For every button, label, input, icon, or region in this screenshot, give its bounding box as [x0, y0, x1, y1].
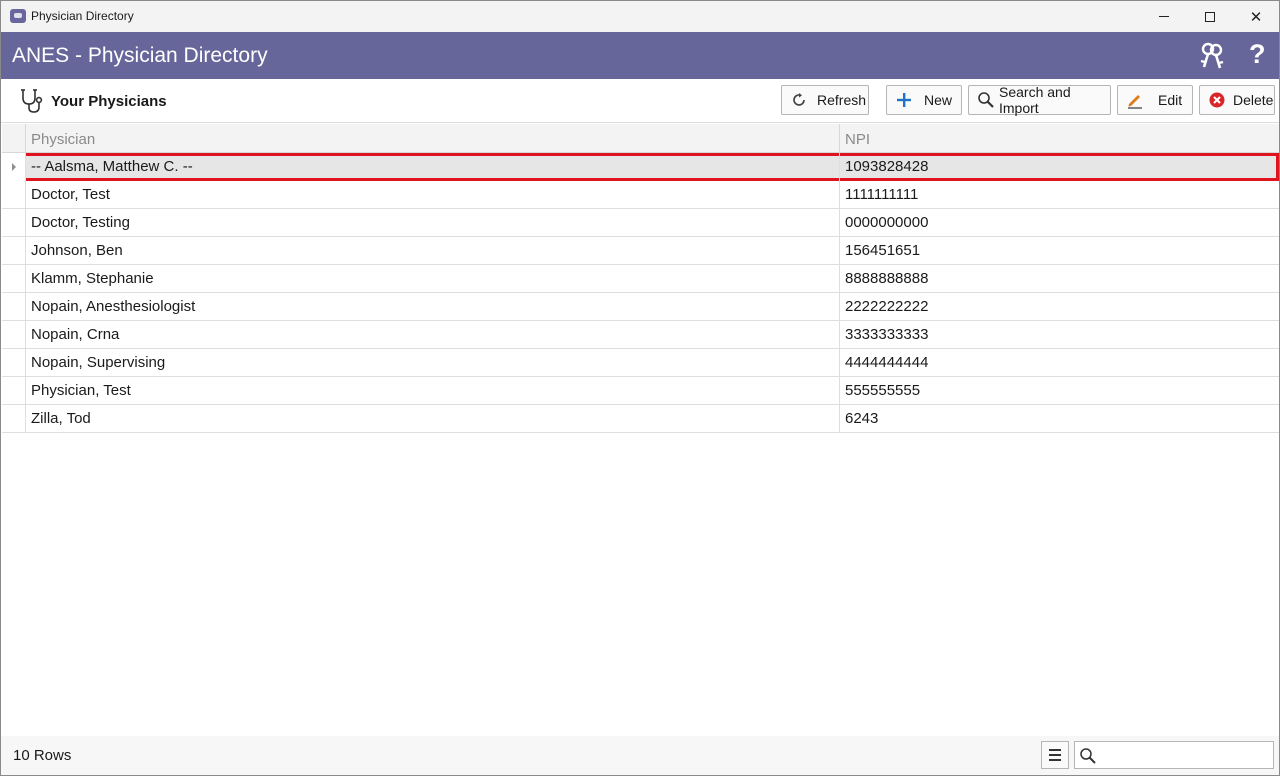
maximize-button[interactable] — [1187, 1, 1233, 32]
npi-cell[interactable]: 0000000000 — [840, 209, 1279, 237]
physician-cell[interactable]: Nopain, Supervising — [26, 349, 840, 377]
edit-label: Edit — [1158, 92, 1183, 108]
row-indicator — [2, 181, 26, 209]
row-indicator — [2, 349, 26, 377]
section-title: Your Physicians — [51, 93, 167, 110]
search-and-import-label: Search and Import — [999, 84, 1071, 116]
grid-header: Physician NPI — [2, 124, 1279, 153]
search-input[interactable] — [1101, 744, 1269, 766]
toolbar: Your Physicians Refresh New Search and I… — [1, 79, 1279, 123]
physician-cell[interactable]: Klamm, Stephanie — [26, 265, 840, 293]
npi-cell[interactable]: 6243 — [840, 405, 1279, 433]
table-row[interactable]: Johnson, Ben 156451651 — [2, 237, 1279, 265]
app-window: Physician Directory ✕ ANES - Physician D… — [0, 0, 1280, 776]
table-row[interactable]: Physician, Test 555555555 — [2, 377, 1279, 405]
row-indicator — [2, 377, 26, 405]
close-button[interactable]: ✕ — [1233, 1, 1279, 32]
row-indicator — [2, 293, 26, 321]
table-row[interactable]: Nopain, Anesthesiologist 2222222222 — [2, 293, 1279, 321]
physician-cell[interactable]: Zilla, Tod — [26, 405, 840, 433]
row-indicator — [2, 209, 26, 237]
close-icon: ✕ — [1249, 8, 1263, 26]
npi-cell[interactable]: 1111111111 — [840, 181, 1279, 209]
search-icon — [1080, 748, 1096, 764]
page-title: ANES - Physician Directory — [12, 44, 268, 67]
help-icon[interactable]: ? — [1249, 39, 1266, 70]
refresh-label: Refresh — [817, 92, 867, 108]
table-row[interactable]: -- Aalsma, Matthew C. -- 1093828428 — [2, 153, 1279, 181]
row-count: 10 Rows — [13, 747, 72, 764]
physician-cell[interactable]: Doctor, Test — [26, 181, 840, 209]
table-row[interactable]: Nopain, Crna 3333333333 — [2, 321, 1279, 349]
row-indicator — [2, 321, 26, 349]
current-row-caret-icon — [11, 163, 16, 171]
physician-cell[interactable]: -- Aalsma, Matthew C. -- — [26, 153, 840, 181]
delete-label: Delete — [1233, 92, 1274, 108]
table-row[interactable]: Klamm, Stephanie 8888888888 — [2, 265, 1279, 293]
column-header-physician[interactable]: Physician — [26, 124, 840, 153]
refresh-icon — [790, 91, 808, 109]
header-banner: ANES - Physician Directory ? — [1, 32, 1279, 79]
magnifier-icon — [977, 91, 995, 109]
status-bar: 10 Rows — [1, 736, 1279, 775]
table-row[interactable]: Doctor, Testing 0000000000 — [2, 209, 1279, 237]
hamburger-menu-icon[interactable] — [1041, 741, 1069, 769]
plus-icon — [895, 91, 913, 109]
new-label: New — [924, 92, 953, 108]
pencil-icon — [1126, 91, 1144, 109]
npi-cell[interactable]: 3333333333 — [840, 321, 1279, 349]
app-logo-icon — [10, 9, 26, 23]
physician-grid: Physician NPI -- Aalsma, Matthew C. -- 1… — [2, 124, 1279, 736]
refresh-button[interactable]: Refresh — [781, 85, 869, 115]
grid-search-box[interactable] — [1074, 741, 1274, 769]
physician-cell[interactable]: Nopain, Crna — [26, 321, 840, 349]
npi-cell[interactable]: 156451651 — [840, 237, 1279, 265]
column-header-npi[interactable]: NPI — [840, 124, 1279, 153]
title-bar[interactable]: Physician Directory ✕ — [1, 1, 1279, 32]
physician-cell[interactable]: Doctor, Testing — [26, 209, 840, 237]
npi-cell[interactable]: 555555555 — [840, 377, 1279, 405]
row-indicator — [2, 265, 26, 293]
npi-cell[interactable]: 1093828428 — [840, 153, 1279, 181]
physician-cell[interactable]: Nopain, Anesthesiologist — [26, 293, 840, 321]
row-indicator — [2, 153, 26, 181]
keys-icon[interactable] — [1199, 42, 1225, 70]
row-indicator — [2, 237, 26, 265]
npi-cell[interactable]: 8888888888 — [840, 265, 1279, 293]
search-and-import-button[interactable]: Search and Import — [968, 84, 1111, 116]
physician-cell[interactable]: Johnson, Ben — [26, 237, 840, 265]
row-indicator-header — [2, 124, 26, 153]
table-row[interactable]: Doctor, Test 1111111111 — [2, 181, 1279, 209]
grid-rows: -- Aalsma, Matthew C. -- 1093828428 Doct… — [2, 153, 1279, 433]
minimize-icon — [1159, 16, 1169, 17]
window-title: Physician Directory — [31, 9, 134, 23]
table-row[interactable]: Zilla, Tod 6243 — [2, 405, 1279, 433]
delete-icon — [1208, 91, 1226, 109]
table-row[interactable]: Nopain, Supervising 4444444444 — [2, 349, 1279, 377]
npi-cell[interactable]: 2222222222 — [840, 293, 1279, 321]
stethoscope-icon — [21, 89, 43, 113]
row-indicator — [2, 405, 26, 433]
minimize-button[interactable] — [1141, 1, 1187, 32]
physician-cell[interactable]: Physician, Test — [26, 377, 840, 405]
new-button[interactable]: New — [886, 85, 962, 115]
edit-button[interactable]: Edit — [1117, 85, 1193, 115]
npi-cell[interactable]: 4444444444 — [840, 349, 1279, 377]
maximize-icon — [1205, 11, 1215, 22]
delete-button[interactable]: Delete — [1199, 85, 1275, 115]
